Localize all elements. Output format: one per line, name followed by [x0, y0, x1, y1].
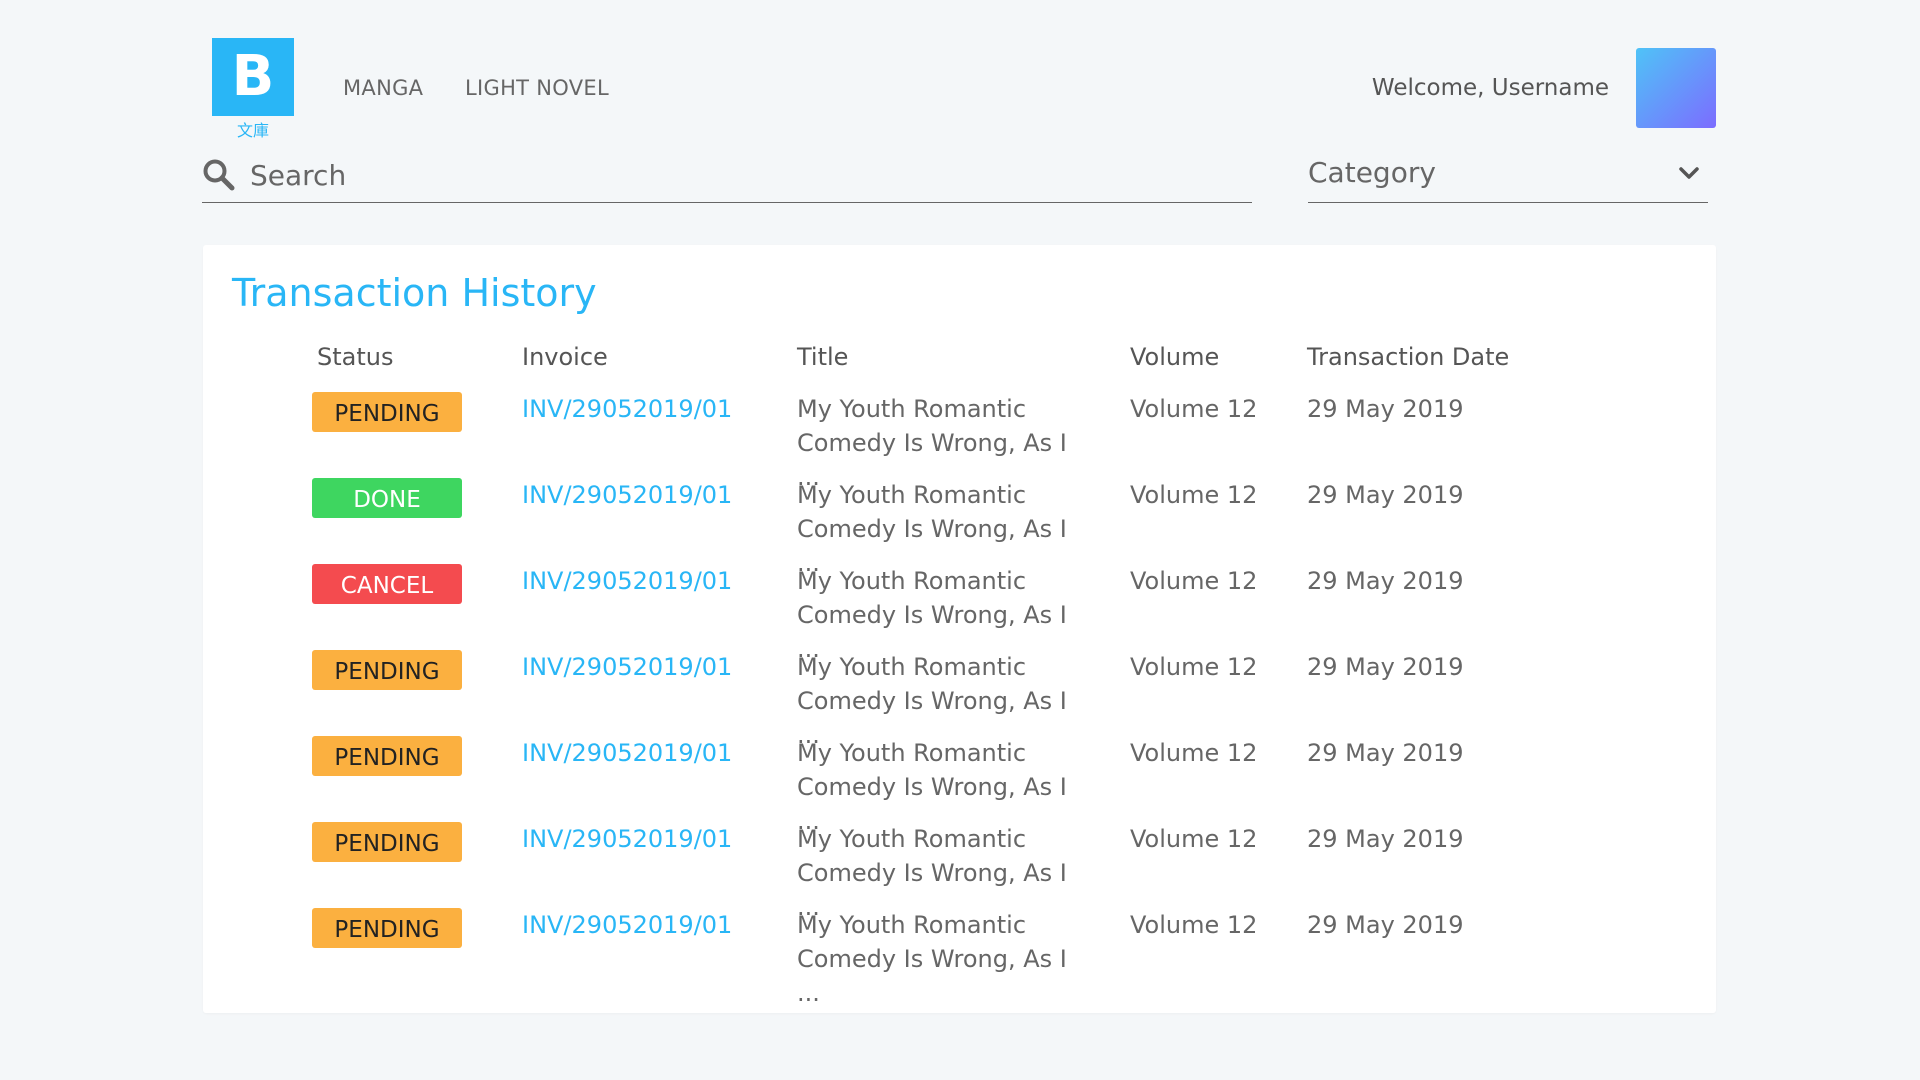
page-title: Transaction History	[232, 271, 597, 315]
date-cell: 29 May 2019	[1307, 395, 1464, 423]
nav-manga[interactable]: MANGA	[343, 76, 423, 100]
status-badge: PENDING	[312, 736, 462, 776]
date-cell: 29 May 2019	[1307, 825, 1464, 853]
brand-logo[interactable]: B	[212, 38, 294, 116]
date-cell: 29 May 2019	[1307, 481, 1464, 509]
title-line: My Youth Romantic	[797, 653, 1027, 681]
transaction-history-card: Transaction History Status Invoice Title…	[203, 245, 1716, 1013]
table-row: PENDING INV/29052019/01 My Youth Romanti…	[203, 736, 1716, 835]
volume-cell: Volume 12	[1130, 567, 1258, 595]
title-line: My Youth Romantic	[797, 481, 1027, 509]
invoice-link[interactable]: INV/29052019/01	[522, 736, 732, 770]
date-cell: 29 May 2019	[1307, 567, 1464, 595]
volume-cell: Volume 12	[1130, 481, 1258, 509]
column-header-status: Status	[317, 343, 394, 371]
category-label: Category	[1308, 156, 1436, 189]
volume-cell: Volume 12	[1130, 911, 1258, 939]
logo-letter: B	[231, 44, 275, 109]
nav-light-novel[interactable]: LIGHT NOVEL	[465, 76, 609, 100]
column-header-volume: Volume	[1130, 343, 1220, 371]
table-row: PENDING INV/29052019/01 My Youth Romanti…	[203, 908, 1716, 1007]
invoice-link[interactable]: INV/29052019/01	[522, 908, 732, 942]
column-header-transaction-date: Transaction Date	[1307, 343, 1510, 371]
status-badge: CANCEL	[312, 564, 462, 604]
volume-cell: Volume 12	[1130, 739, 1258, 767]
invoice-link[interactable]: INV/29052019/01	[522, 822, 732, 856]
volume-cell: Volume 12	[1130, 653, 1258, 681]
table-row: PENDING INV/29052019/01 My Youth Romanti…	[203, 822, 1716, 921]
column-header-title: Title	[797, 343, 849, 371]
volume-cell: Volume 12	[1130, 395, 1258, 423]
invoice-link[interactable]: INV/29052019/01	[522, 392, 732, 426]
table-row: PENDING INV/29052019/01 My Youth Romanti…	[203, 650, 1716, 749]
invoice-link[interactable]: INV/29052019/01	[522, 564, 732, 598]
status-badge: DONE	[312, 478, 462, 518]
date-cell: 29 May 2019	[1307, 653, 1464, 681]
table-row: CANCEL INV/29052019/01 My Youth Romantic…	[203, 564, 1716, 663]
status-badge: PENDING	[312, 822, 462, 862]
title-line: Comedy Is Wrong, As I ...	[797, 945, 1067, 1007]
title-line: My Youth Romantic	[797, 739, 1027, 767]
volume-cell: Volume 12	[1130, 825, 1258, 853]
title-cell: My Youth Romantic Comedy Is Wrong, As I …	[797, 908, 1097, 1010]
title-line: My Youth Romantic	[797, 395, 1027, 423]
status-badge: PENDING	[312, 392, 462, 432]
welcome-text: Welcome, Username	[1371, 75, 1609, 101]
avatar[interactable]	[1636, 48, 1716, 128]
date-cell: 29 May 2019	[1307, 739, 1464, 767]
title-line: My Youth Romantic	[797, 911, 1027, 939]
search-bar	[202, 150, 1252, 203]
invoice-link[interactable]: INV/29052019/01	[522, 478, 732, 512]
table-row: PENDING INV/29052019/01 My Youth Romanti…	[203, 392, 1716, 491]
search-icon[interactable]	[202, 158, 236, 192]
column-header-invoice: Invoice	[522, 343, 608, 371]
logo-subtitle: 文庫	[236, 121, 269, 140]
title-line: My Youth Romantic	[797, 825, 1027, 853]
invoice-link[interactable]: INV/29052019/01	[522, 650, 732, 684]
table-row: DONE INV/29052019/01 My Youth Romantic C…	[203, 478, 1716, 577]
title-line: My Youth Romantic	[797, 567, 1027, 595]
status-badge: PENDING	[312, 908, 462, 948]
chevron-down-icon	[1679, 167, 1699, 179]
status-badge: PENDING	[312, 650, 462, 690]
category-dropdown[interactable]: Category	[1308, 150, 1708, 203]
search-input[interactable]	[248, 154, 1232, 196]
date-cell: 29 May 2019	[1307, 911, 1464, 939]
